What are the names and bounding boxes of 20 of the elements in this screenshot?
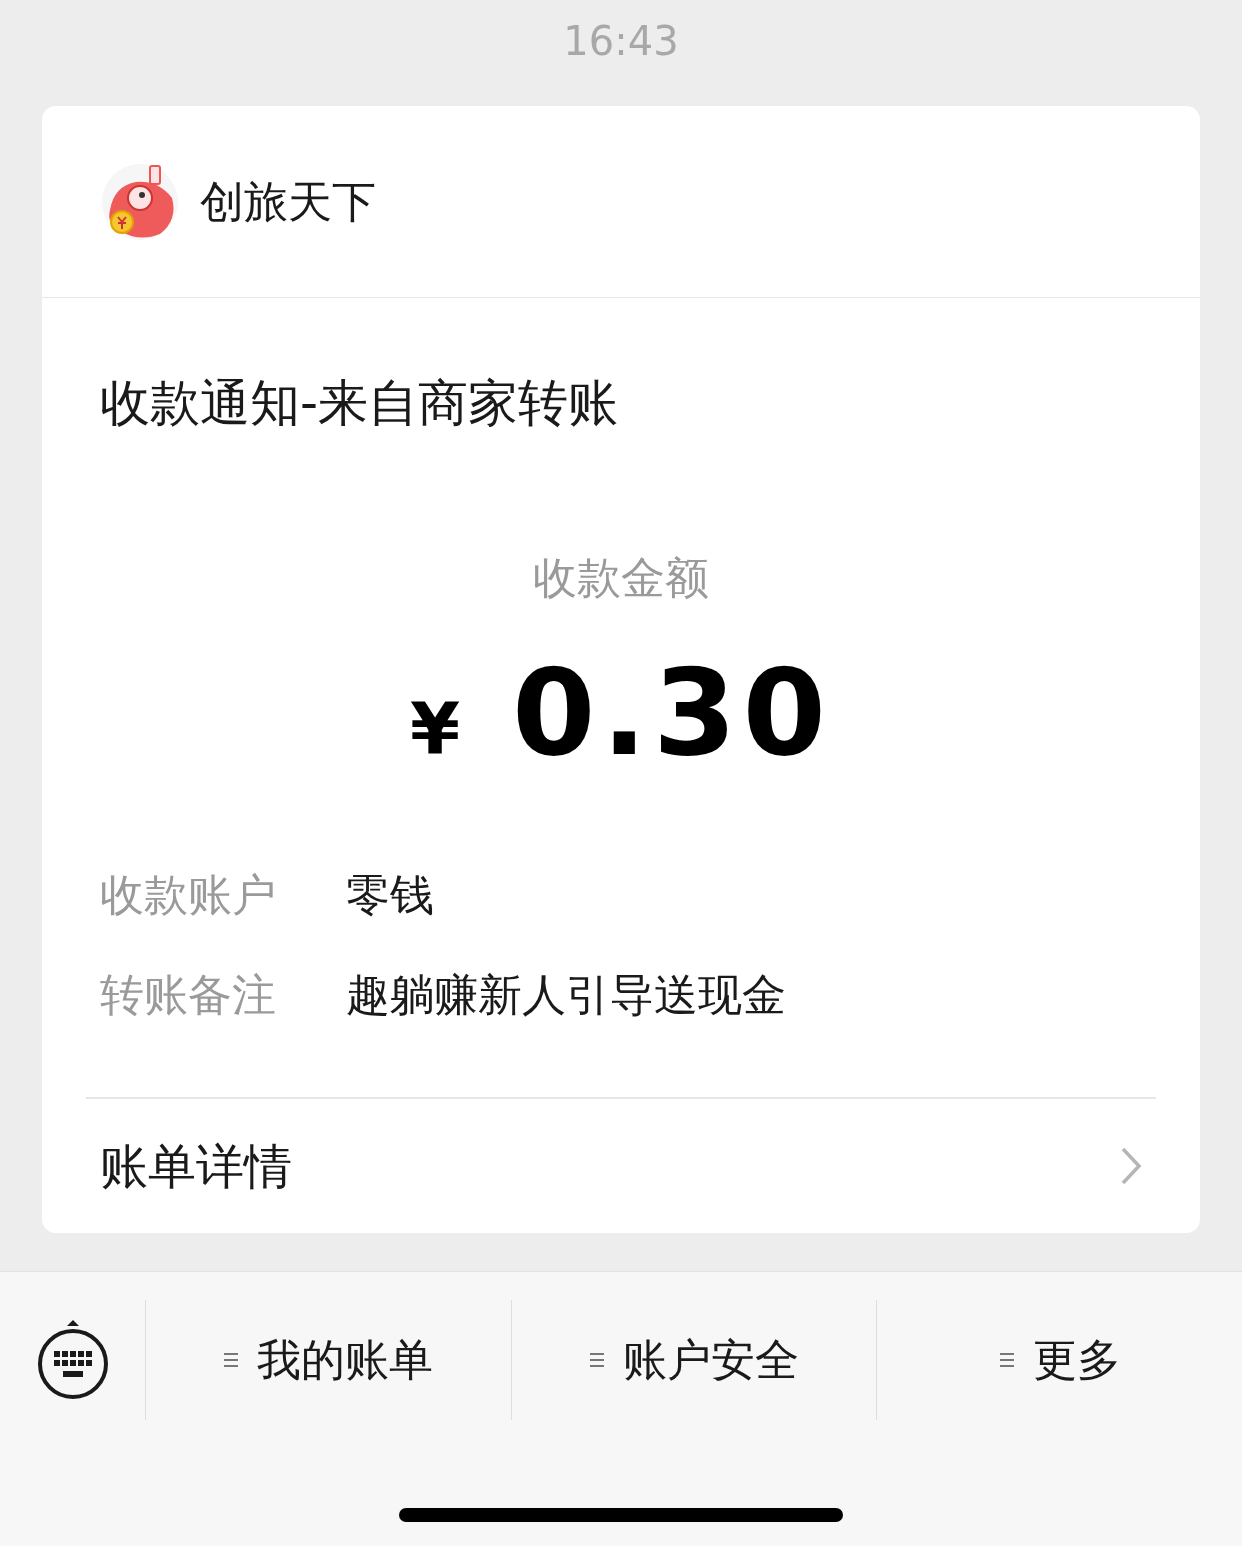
menu-icon: [998, 1352, 1015, 1368]
menu-button[interactable]: 我的账单: [223, 1327, 434, 1393]
notice-title: 收款通知-来自商家转账: [100, 373, 620, 434]
menu-icon: [223, 1352, 240, 1368]
menu-button[interactable]: 更多: [998, 1327, 1121, 1393]
chevron-right-icon: [1120, 1146, 1142, 1186]
field-value: 零钱: [346, 868, 434, 922]
menu-button[interactable]: 账户安全: [589, 1327, 799, 1393]
field-label: 收款账户: [100, 868, 277, 922]
amount-value: 0.30: [512, 648, 833, 778]
keyboard-icon[interactable]: [36, 1318, 109, 1402]
merchant-name: 创旅天下: [200, 174, 376, 229]
field-value: 趣躺赚新人引导送现金: [346, 968, 786, 1022]
field-label: 转账备注: [100, 968, 277, 1022]
bill-details-link[interactable]: 账单详情: [42, 1099, 1200, 1233]
cartoon-avatar-icon: [100, 161, 180, 242]
menu-icon: [589, 1352, 605, 1368]
timestamp: 16:43: [563, 17, 679, 66]
amount-label: 收款金额: [533, 551, 709, 605]
currency-symbol: ¥: [409, 686, 460, 773]
